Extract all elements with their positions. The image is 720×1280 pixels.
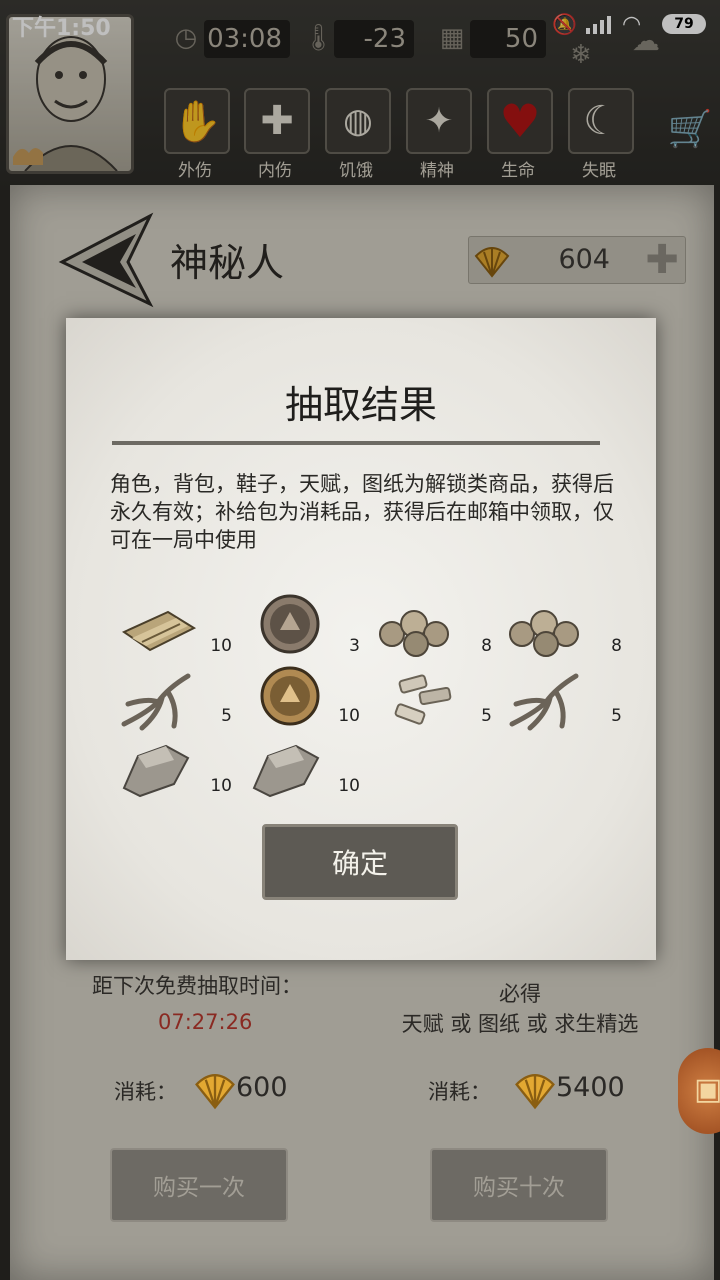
- ore-nuggets-icon: [376, 600, 456, 664]
- buy-once-button[interactable]: 购买一次: [110, 1148, 288, 1222]
- item-quantity: 10: [210, 636, 232, 656]
- cost-ten: 5400: [556, 1072, 625, 1103]
- treasure-chest-button[interactable]: ▣: [678, 1048, 720, 1134]
- item-quantity: 5: [481, 706, 492, 726]
- divider: [112, 441, 600, 445]
- shell-icon: [192, 1066, 238, 1116]
- item-quantity: 5: [611, 706, 622, 726]
- buy-ten-button[interactable]: 购买十次: [430, 1148, 608, 1222]
- bandage-scraps-icon: [380, 668, 460, 732]
- bronze-medal-icon: [250, 592, 330, 656]
- gold-medal-icon: [250, 664, 330, 728]
- ore-nuggets-icon: [506, 600, 586, 664]
- stone-icon: [118, 738, 198, 802]
- item-quantity: 3: [349, 636, 360, 656]
- guarantee-desc: 天赋 或 图纸 或 求生精选: [401, 1012, 639, 1036]
- modal-title: 抽取结果: [284, 383, 437, 427]
- guarantee-title: 必得: [499, 982, 541, 1006]
- item-quantity: 10: [210, 776, 232, 796]
- item-quantity: 8: [611, 636, 622, 656]
- item-quantity: 10: [338, 776, 360, 796]
- item-quantity: 5: [221, 706, 232, 726]
- stone-icon: [248, 738, 328, 802]
- ginseng-root-icon: [506, 668, 586, 732]
- confirm-button[interactable]: 确定: [262, 824, 458, 900]
- paper-bundle-icon: [118, 598, 198, 662]
- cost-label: 消耗：: [114, 1080, 177, 1104]
- chest-icon: ▣: [694, 1072, 720, 1107]
- cost-label: 消耗：: [428, 1080, 491, 1104]
- free-draw-countdown: 07:27:26: [158, 1010, 253, 1034]
- modal-description: 角色，背包，鞋子，天赋，图纸为解锁类商品，获得后永久有效；补给包为消耗品，获得后…: [110, 472, 614, 552]
- item-quantity: 10: [338, 706, 360, 726]
- cost-single: 600: [236, 1072, 288, 1103]
- free-draw-label: 距下次免费抽取时间：: [92, 974, 302, 998]
- shell-icon: [512, 1066, 558, 1116]
- item-quantity: 8: [481, 636, 492, 656]
- ginseng-root-icon: [118, 668, 198, 732]
